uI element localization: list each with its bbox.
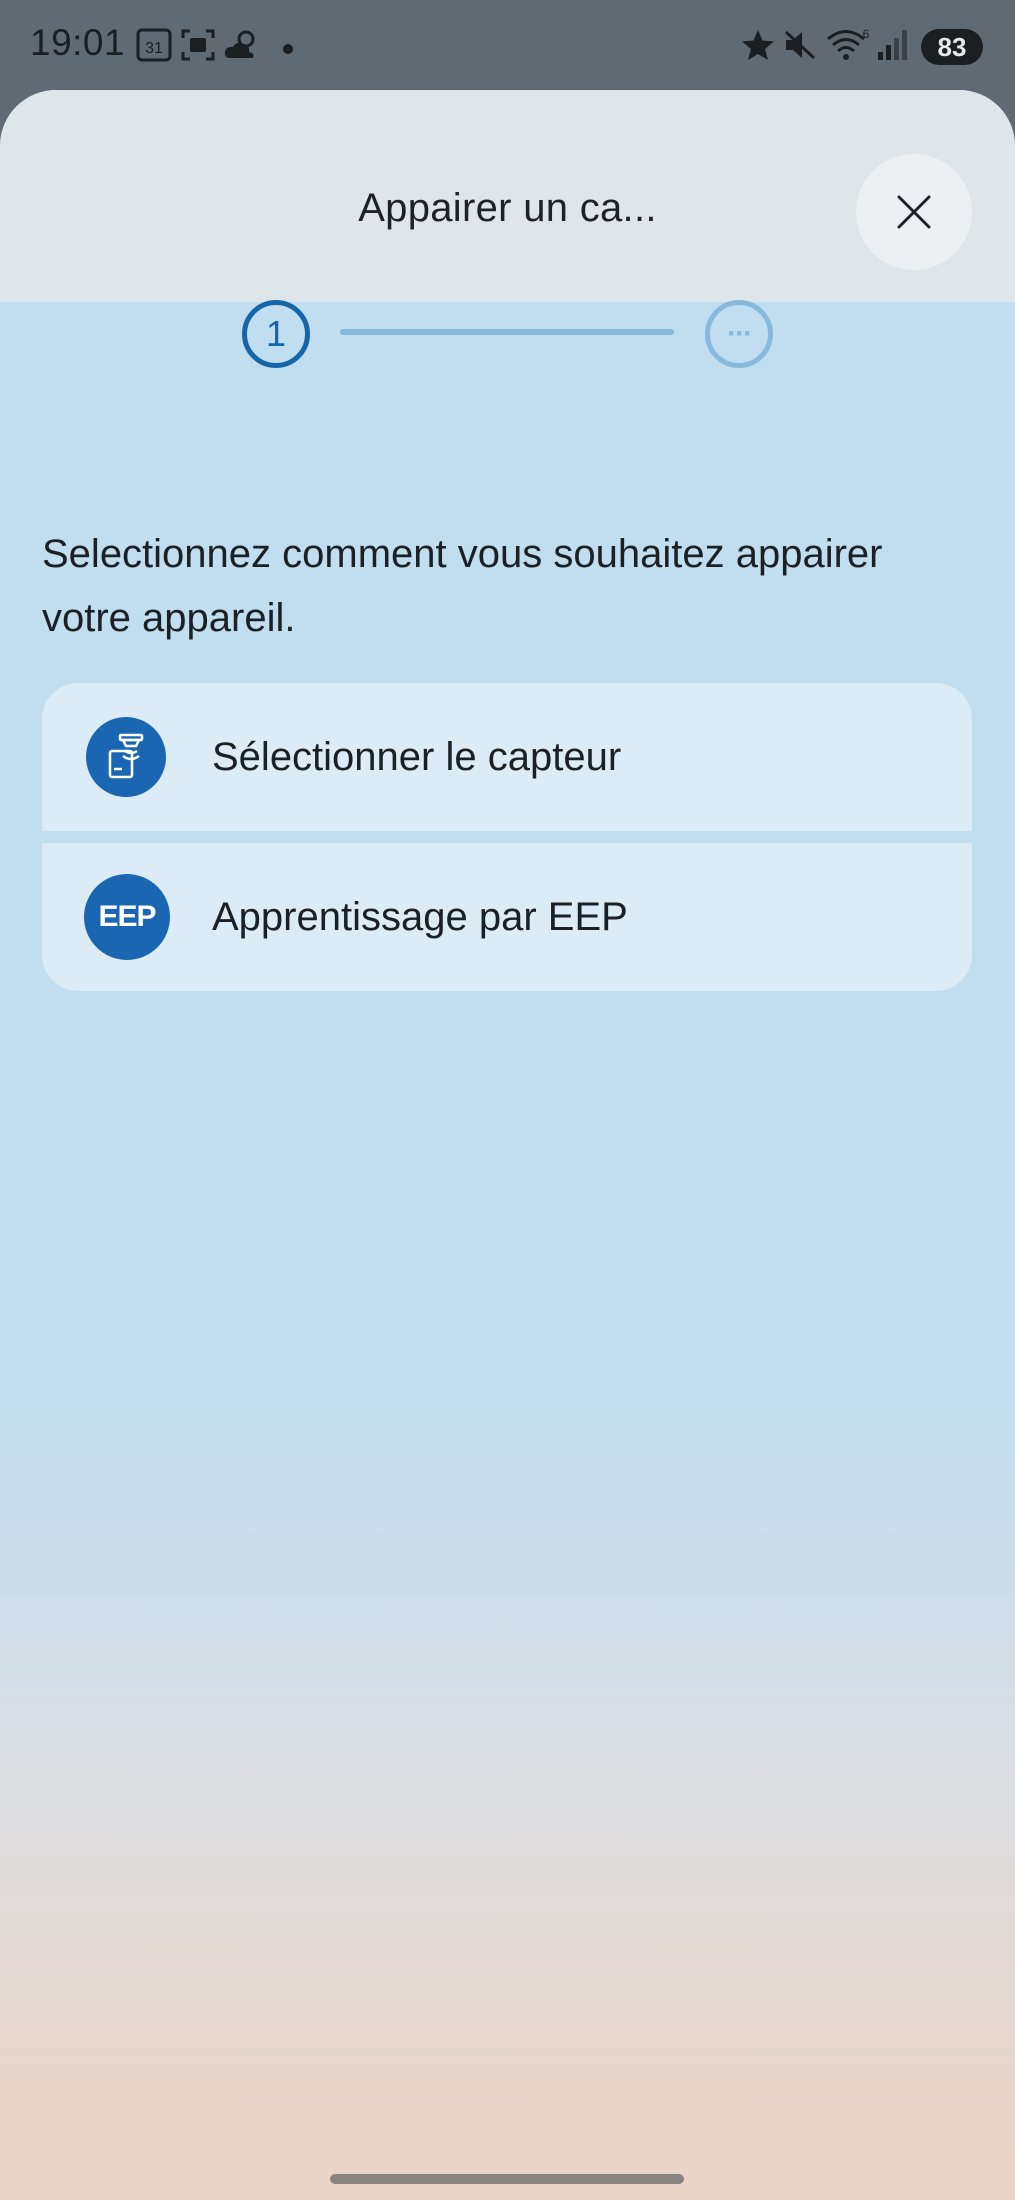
instruction-text: Selectionnez comment vous souhaitez appa… bbox=[42, 532, 883, 640]
star-icon bbox=[740, 28, 776, 67]
signal-icon bbox=[876, 28, 910, 67]
dot-icon bbox=[282, 42, 294, 60]
home-indicator[interactable] bbox=[330, 2174, 684, 2184]
pairing-sheet: Appairer un ca... 1 ··· Selectionnez com… bbox=[0, 90, 1015, 2200]
screenshot-icon bbox=[180, 28, 216, 67]
eep-icon: EEP bbox=[84, 874, 170, 960]
svg-text:6: 6 bbox=[863, 28, 870, 41]
calendar-icon: 31 bbox=[136, 28, 172, 67]
step-connector bbox=[340, 329, 674, 335]
weather-icon bbox=[222, 28, 262, 67]
option-select-sensor[interactable]: Sélectionner le capteur bbox=[42, 683, 972, 831]
battery-level: 83 bbox=[921, 29, 983, 65]
svg-text:31: 31 bbox=[145, 40, 163, 57]
status-time: 19:01 bbox=[30, 22, 126, 63]
pairing-options: Sélectionner le capteur EEP Apprentissag… bbox=[42, 683, 972, 991]
option-eep-learning-label: Apprentissage par EEP bbox=[212, 894, 628, 939]
option-select-sensor-label: Sélectionner le capteur bbox=[212, 734, 622, 779]
close-icon bbox=[897, 195, 931, 229]
status-bar: 19:01 31 6 83 bbox=[0, 0, 1015, 92]
sheet-header: Appairer un ca... bbox=[0, 90, 1015, 302]
wifi-icon: 6 bbox=[826, 27, 870, 67]
step-1-indicator: 1 bbox=[242, 300, 310, 368]
close-button[interactable] bbox=[856, 154, 972, 270]
option-eep-learning[interactable]: EEP Apprentissage par EEP bbox=[42, 843, 972, 991]
mute-icon bbox=[782, 28, 818, 67]
sensor-icon bbox=[86, 717, 166, 797]
step-2-indicator: ··· bbox=[705, 300, 773, 368]
